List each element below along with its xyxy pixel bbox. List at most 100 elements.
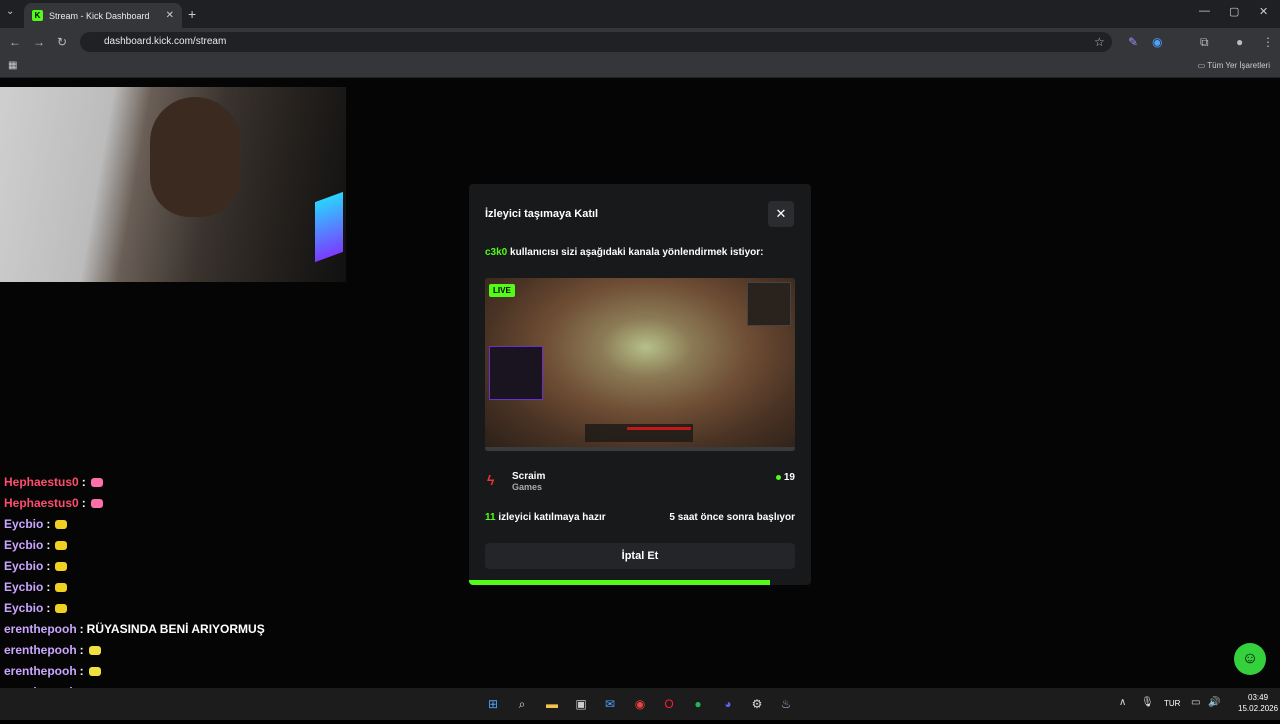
chat-username: Eycbio bbox=[4, 559, 44, 573]
forward-icon[interactable]: → bbox=[33, 35, 45, 49]
apps-grid-icon[interactable]: ▦ bbox=[8, 60, 17, 71]
settings-icon[interactable]: ⚙ bbox=[749, 696, 765, 712]
chat-separator: : bbox=[79, 622, 84, 636]
chat-message: Hephaestus0: bbox=[4, 493, 304, 514]
raider-name: c3k0 bbox=[485, 247, 508, 258]
chat-separator: : bbox=[46, 580, 51, 594]
address-bar[interactable]: dashboard.kick.com/stream bbox=[80, 32, 1112, 52]
emote-icon bbox=[90, 499, 103, 508]
chat-message: erenthepooh: bbox=[4, 640, 304, 661]
clock-time: 03:49 bbox=[1248, 693, 1269, 702]
minimize-icon[interactable]: — bbox=[1199, 5, 1210, 17]
webcam-overlay bbox=[0, 87, 346, 282]
tab-close-icon[interactable]: ✕ bbox=[166, 10, 174, 21]
chat-message: Eycbio: bbox=[4, 514, 304, 535]
cancel-button[interactable]: İptal Et bbox=[485, 543, 795, 569]
chat-message: Eycbio: bbox=[4, 598, 304, 619]
tab-title: Stream - Kick Dashboard bbox=[49, 10, 150, 21]
reload-icon[interactable]: ↻ bbox=[57, 35, 67, 49]
windows-start-icon[interactable]: ⊞ bbox=[485, 696, 501, 712]
support-chat-icon[interactable]: ☺ bbox=[1234, 643, 1266, 675]
chat-separator: : bbox=[46, 538, 51, 552]
modal-title: İzleyici taşımaya Katıl bbox=[485, 208, 599, 220]
chrome-icon[interactable]: ◉ bbox=[632, 696, 648, 712]
game-name: Scraim bbox=[512, 471, 546, 482]
window-close-icon[interactable]: ✕ bbox=[1259, 5, 1268, 18]
network-icon[interactable]: ▭ bbox=[1191, 697, 1200, 708]
emote-icon bbox=[88, 646, 101, 655]
search-icon[interactable]: ⌕ bbox=[514, 696, 530, 712]
game-logo-icon: ϟ bbox=[487, 472, 495, 488]
raid-start-time: 5 saat önce sonra başlıyor bbox=[669, 512, 795, 523]
emote-icon bbox=[55, 583, 68, 592]
chat-username: erenthepooh bbox=[4, 664, 77, 678]
back-icon[interactable]: ← bbox=[9, 35, 21, 49]
store-icon[interactable]: ▣ bbox=[573, 696, 589, 712]
ready-viewers: 11 izleyici katılmaya hazır bbox=[485, 512, 606, 523]
extensions-puzzle-icon[interactable]: ⧉ bbox=[1200, 35, 1209, 50]
chat-username: erenthepooh bbox=[4, 622, 77, 636]
bookmarks-bar bbox=[0, 56, 1280, 78]
raid-modal: İzleyici taşımaya Katıl ✕ c3k0 kullanıcı… bbox=[469, 184, 811, 585]
chat-username: Eycbio bbox=[4, 601, 44, 615]
emote-icon bbox=[55, 604, 68, 613]
chat-username: erenthepooh bbox=[4, 643, 77, 657]
discord-icon[interactable]: ◕ bbox=[720, 696, 736, 712]
streamer-cam-thumbnail bbox=[489, 346, 543, 400]
chat-message: erenthepooh: RÜYASINDA BENİ ARIYORMUŞ bbox=[4, 619, 304, 640]
kick-favicon-icon: K bbox=[32, 10, 43, 21]
raid-subtitle: c3k0 kullanıcısı sizi aşağıdaki kanala y… bbox=[485, 247, 763, 258]
steam-icon[interactable]: ♨ bbox=[778, 696, 794, 712]
all-bookmarks[interactable]: ▭ Tüm Yer İşaretleri bbox=[1198, 61, 1270, 70]
chat-separator: : bbox=[81, 496, 86, 510]
chat-username: Hephaestus0 bbox=[4, 475, 79, 489]
new-tab-icon[interactable]: + bbox=[188, 6, 196, 22]
stream-preview[interactable]: LIVE bbox=[485, 278, 795, 451]
emote-icon bbox=[55, 562, 68, 571]
chat-username: Eycbio bbox=[4, 580, 44, 594]
chat-message: Eycbio: bbox=[4, 535, 304, 556]
chat-separator: : bbox=[46, 559, 51, 573]
url-text: dashboard.kick.com/stream bbox=[104, 36, 227, 47]
microphone-icon[interactable]: 🎙 bbox=[1141, 697, 1154, 708]
neon-light bbox=[315, 191, 343, 263]
tab-search-icon[interactable]: ⌄ bbox=[6, 6, 14, 17]
streamer-figure bbox=[150, 97, 240, 217]
extension-icon[interactable]: ◉ bbox=[1152, 35, 1162, 49]
mail-icon[interactable]: ✉ bbox=[602, 696, 618, 712]
game-category: Games bbox=[512, 482, 543, 492]
input-language[interactable]: TUR bbox=[1164, 699, 1180, 708]
chat-separator: : bbox=[46, 517, 51, 531]
chat-separator: : bbox=[81, 475, 86, 489]
file-explorer-icon[interactable]: ▬ bbox=[544, 696, 560, 712]
extension-icon[interactable]: ✎ bbox=[1128, 35, 1138, 49]
system-clock[interactable]: 03:49 15.02.2026 bbox=[1238, 692, 1278, 714]
chat-separator: : bbox=[79, 643, 84, 657]
viewer-count: 19 bbox=[775, 472, 795, 483]
chat-message: Eycbio: bbox=[4, 577, 304, 598]
emote-icon bbox=[55, 520, 68, 529]
chat-message: Hephaestus0: bbox=[4, 472, 304, 493]
close-icon[interactable]: ✕ bbox=[768, 201, 794, 227]
chat-message: Eycbio: bbox=[4, 556, 304, 577]
emote-icon bbox=[90, 478, 103, 487]
browser-menu-icon[interactable]: ⋮ bbox=[1262, 35, 1274, 49]
emote-icon bbox=[88, 667, 101, 676]
emote-icon bbox=[55, 541, 68, 550]
raid-progress-bar bbox=[469, 580, 770, 585]
chat-separator: : bbox=[46, 601, 51, 615]
maximize-icon[interactable]: ▢ bbox=[1229, 5, 1239, 18]
chat-username: Eycbio bbox=[4, 538, 44, 552]
bookmark-star-icon[interactable]: ☆ bbox=[1094, 35, 1105, 49]
volume-icon[interactable]: 🔊 bbox=[1208, 697, 1220, 708]
profile-avatar-icon[interactable]: ● bbox=[1236, 35, 1243, 49]
chat-username: Eycbio bbox=[4, 517, 44, 531]
opera-icon[interactable]: O bbox=[661, 696, 677, 712]
game-minimap bbox=[747, 282, 791, 326]
browser-tab[interactable]: K Stream - Kick Dashboard ✕ bbox=[24, 3, 182, 28]
spotify-icon[interactable]: ● bbox=[690, 696, 706, 712]
live-badge: LIVE bbox=[489, 284, 515, 297]
tray-expand-icon[interactable]: ∧ bbox=[1119, 697, 1126, 708]
clock-date: 15.02.2026 bbox=[1238, 704, 1279, 713]
chat-text: RÜYASINDA BENİ ARIYORMUŞ bbox=[86, 622, 265, 636]
